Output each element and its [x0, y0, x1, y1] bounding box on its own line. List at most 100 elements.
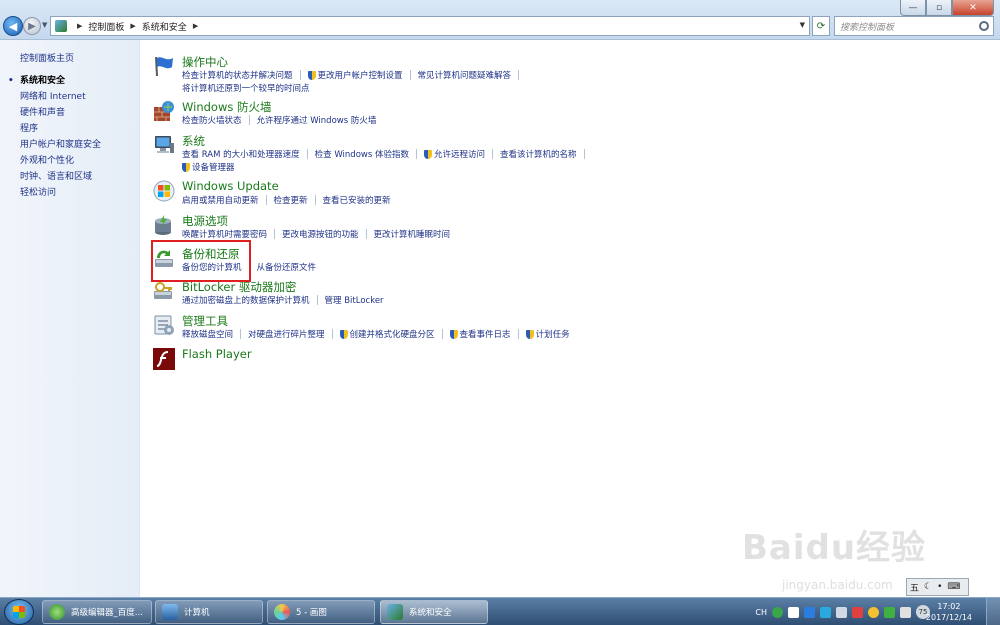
- ime-mode[interactable]: 五: [910, 581, 919, 594]
- link-troubleshoot[interactable]: 常见计算机问题疑难解答: [418, 69, 512, 81]
- task-computer[interactable]: 计算机: [155, 600, 263, 624]
- breadcrumb-system-security[interactable]: 系统和安全: [142, 20, 187, 33]
- maximize-button[interactable]: ▫: [926, 0, 952, 16]
- category-title[interactable]: 电源选项: [182, 213, 228, 229]
- link-restore-point[interactable]: 将计算机还原到一个较早的时间点: [182, 82, 310, 94]
- link-allow-program[interactable]: 允许程序通过 Windows 防火墙: [257, 114, 377, 126]
- divider: [331, 329, 333, 339]
- link-installed-updates[interactable]: 查看已安装的更新: [323, 194, 391, 206]
- close-button[interactable]: ✕: [952, 0, 994, 16]
- left-nav-item-clock-language[interactable]: 时钟、语言和区域: [20, 169, 101, 185]
- flag-icon[interactable]: [852, 606, 863, 618]
- left-nav-item-user-accounts[interactable]: 用户帐户和家庭安全: [20, 137, 101, 153]
- ime-toolbar[interactable]: 五 ☾ • ⌨: [906, 578, 970, 596]
- computer-icon: [162, 604, 178, 620]
- chevron-right-icon[interactable]: ▶: [77, 22, 82, 30]
- left-nav-item-programs[interactable]: 程序: [20, 121, 101, 137]
- system-clock[interactable]: 17:02 2017/12/14: [926, 601, 972, 623]
- shield-icon[interactable]: [804, 606, 815, 618]
- control-panel-home-link[interactable]: 控制面板主页: [20, 51, 74, 64]
- link-power-button[interactable]: 更改电源按钮的功能: [282, 228, 359, 240]
- category-title[interactable]: Windows Update: [182, 179, 279, 193]
- link-restore-files[interactable]: 从备份还原文件: [257, 261, 317, 273]
- link-event-log[interactable]: 查看事件日志: [449, 328, 511, 340]
- left-nav-item-appearance[interactable]: 外观和个性化: [20, 153, 101, 169]
- update-icon[interactable]: [868, 606, 879, 618]
- paint-icon: [274, 604, 290, 620]
- antivirus-icon[interactable]: [884, 606, 895, 618]
- chevron-right-icon[interactable]: ▶: [130, 22, 135, 30]
- refresh-icon: ⟳: [816, 20, 826, 32]
- dot-icon[interactable]: •: [937, 582, 942, 592]
- moon-icon[interactable]: ☾: [924, 582, 932, 592]
- flag-icon: [155, 56, 173, 77]
- left-nav-item-ease-of-access[interactable]: 轻松访问: [20, 185, 101, 201]
- link-remote-access[interactable]: 允许远程访问: [423, 148, 485, 160]
- left-nav-item-system-security[interactable]: 系统和安全: [8, 73, 101, 89]
- watermark-logo: Baidu经验: [742, 528, 927, 568]
- security-icon[interactable]: [772, 606, 783, 618]
- address-dropdown-icon[interactable]: ▼: [800, 21, 805, 29]
- recent-pages-dropdown[interactable]: ▼: [42, 21, 47, 29]
- link-experience-index[interactable]: 检查 Windows 体验指数: [315, 148, 409, 160]
- uac-shield-icon: [423, 149, 432, 159]
- left-nav-item-hardware-sound[interactable]: 硬件和声音: [20, 105, 101, 121]
- link-manage-bitlocker[interactable]: 管理 BitLocker: [325, 294, 384, 306]
- category-title[interactable]: 系统: [182, 133, 205, 149]
- search-input[interactable]: 搜索控制面板: [834, 16, 994, 36]
- link-sleep-time[interactable]: 更改计算机睡眠时间: [374, 228, 451, 240]
- system-tray: CH 75: [755, 598, 930, 625]
- divider: [314, 195, 316, 205]
- divider: [248, 115, 250, 125]
- link-scheduled-tasks[interactable]: 计划任务: [525, 328, 570, 340]
- volume-icon[interactable]: [900, 606, 911, 618]
- link-check-updates[interactable]: 检查更新: [274, 194, 308, 206]
- back-button[interactable]: ◀: [3, 16, 23, 36]
- link-uac-settings[interactable]: 更改用户帐户控制设置: [307, 69, 403, 81]
- language-indicator[interactable]: CH: [755, 608, 767, 617]
- refresh-button[interactable]: ⟳: [812, 16, 830, 36]
- category-title[interactable]: 管理工具: [182, 313, 228, 329]
- left-nav-item-network[interactable]: 网络和 Internet: [20, 89, 101, 105]
- monitor-icon[interactable]: [836, 606, 847, 618]
- show-desktop-button[interactable]: [986, 598, 1000, 625]
- address-bar[interactable]: ▶ 控制面板 ▶ 系统和安全 ▶ ▼: [50, 16, 810, 36]
- link-firewall-status[interactable]: 检查防火墙状态: [182, 114, 242, 126]
- network-icon[interactable]: [820, 606, 831, 618]
- link-check-status[interactable]: 检查计算机的状态并解决问题: [182, 69, 293, 81]
- category-title[interactable]: 操作中心: [182, 54, 228, 70]
- link-row: 查看 RAM 的大小和处理器速度 检查 Windows 体验指数 允许远程访问 …: [182, 148, 592, 160]
- link-wake-password[interactable]: 唤醒计算机时需要密码: [182, 228, 267, 240]
- category-title[interactable]: Flash Player: [182, 347, 252, 361]
- admin-tools-icon: [154, 315, 174, 335]
- divider: [415, 149, 417, 159]
- link-computer-name[interactable]: 查看该计算机的名称: [500, 148, 577, 160]
- forward-button[interactable]: ▶: [23, 17, 41, 35]
- task-system-security[interactable]: 系统和安全: [380, 600, 488, 624]
- link-device-manager[interactable]: 设备管理器: [182, 161, 235, 173]
- category-title[interactable]: Windows 防火墙: [182, 99, 272, 115]
- link-ram-cpu[interactable]: 查看 RAM 的大小和处理器速度: [182, 148, 300, 160]
- link-partition[interactable]: 创建并格式化硬盘分区: [339, 328, 435, 340]
- arrow-right-icon: ▶: [28, 20, 36, 32]
- uac-shield-icon: [525, 329, 534, 339]
- chevron-right-icon[interactable]: ▶: [193, 22, 198, 30]
- drive-icon[interactable]: [788, 606, 799, 618]
- window-controls: — ▫ ✕: [900, 0, 994, 16]
- search-icon[interactable]: [979, 21, 989, 31]
- minimize-button[interactable]: —: [900, 0, 926, 16]
- link-encrypt-disk[interactable]: 通过加密磁盘上的数据保护计算机: [182, 294, 310, 306]
- link-row: 将计算机还原到一个较早的时间点: [182, 82, 310, 94]
- link-defragment[interactable]: 对硬盘进行碎片整理: [248, 328, 325, 340]
- link-auto-update[interactable]: 启用或禁用自动更新: [182, 194, 259, 206]
- link-disk-cleanup[interactable]: 释放磁盘空间: [182, 328, 233, 340]
- task-browser[interactable]: 高级编辑器_百度...: [42, 600, 152, 624]
- breadcrumb-control-panel[interactable]: 控制面板: [88, 20, 124, 33]
- keyboard-icon[interactable]: ⌨: [947, 582, 960, 592]
- link-row: 唤醒计算机时需要密码 更改电源按钮的功能 更改计算机睡眠时间: [182, 228, 450, 240]
- start-button[interactable]: [4, 599, 34, 625]
- flash-icon: [153, 348, 175, 370]
- task-paint[interactable]: 5 - 画图: [267, 600, 375, 624]
- left-nav-list: 系统和安全 网络和 Internet 硬件和声音 程序 用户帐户和家庭安全 外观…: [8, 73, 101, 201]
- main-content: 操作中心 检查计算机的状态并解决问题 更改用户帐户控制设置 常见计算机问题疑难解…: [140, 40, 1000, 597]
